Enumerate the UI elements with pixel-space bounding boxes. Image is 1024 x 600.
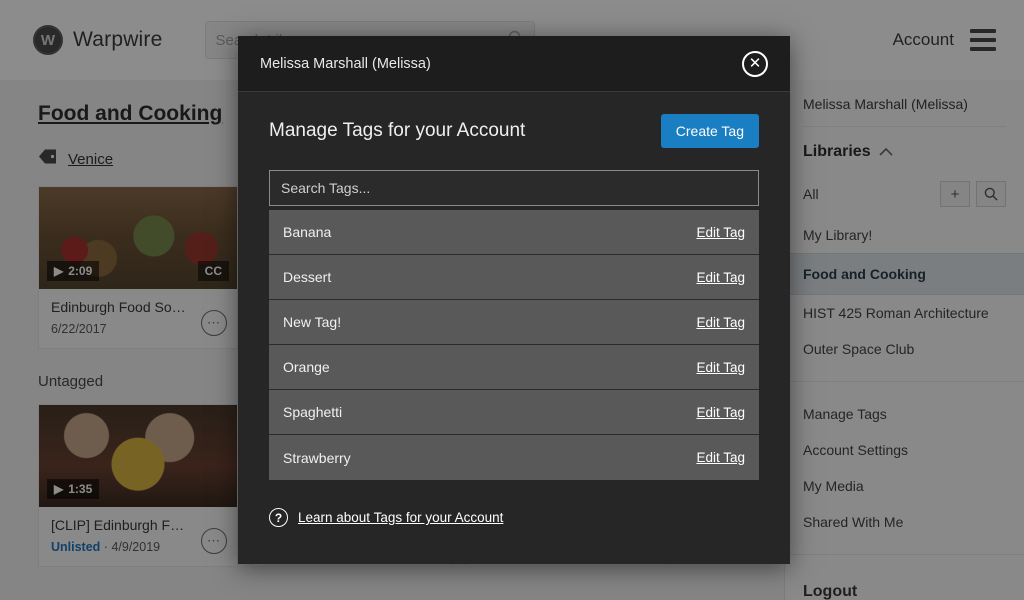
tag-row[interactable]: New Tag! Edit Tag [269,300,759,345]
edit-tag-link[interactable]: Edit Tag [696,405,745,420]
modal-body: Manage Tags for your Account Create Tag … [238,92,790,564]
tag-row[interactable]: Banana Edit Tag [269,210,759,255]
question-mark-icon: ? [269,508,288,527]
tag-name: Strawberry [283,449,351,466]
tag-name: Spaghetti [283,404,343,420]
tag-name: Banana [283,224,332,240]
tag-row[interactable]: Spaghetti Edit Tag [269,390,759,435]
edit-tag-link[interactable]: Edit Tag [696,315,745,330]
modal-header: Melissa Marshall (Melissa) ✕ [238,36,790,92]
tag-row[interactable]: Strawberry Edit Tag [269,435,759,480]
edit-tag-link[interactable]: Edit Tag [696,450,745,465]
edit-tag-link[interactable]: Edit Tag [696,360,745,375]
tag-name: Dessert [283,269,332,285]
tag-name: New Tag! [283,314,342,330]
edit-tag-link[interactable]: Edit Tag [696,225,745,240]
app-root: W Warpwire Account Food an [0,0,1024,600]
create-tag-button[interactable]: Create Tag [660,114,759,148]
tag-row[interactable]: Dessert Edit Tag [269,255,759,300]
tag-name: Orange [283,359,330,375]
edit-tag-link[interactable]: Edit Tag [696,270,745,285]
close-icon[interactable]: ✕ [742,50,768,77]
modal-title-row: Manage Tags for your Account Create Tag [269,114,759,148]
modal-footer: ? Learn about Tags for your Account [269,480,759,527]
tag-list: Banana Edit Tag Dessert Edit Tag New Tag… [269,210,759,480]
tag-search-input[interactable] [269,170,759,206]
learn-about-tags-link[interactable]: Learn about Tags for your Account [298,510,503,525]
tag-row[interactable]: Orange Edit Tag [269,345,759,390]
modal-user-name: Melissa Marshall (Melissa) [260,55,431,72]
manage-tags-modal: Melissa Marshall (Melissa) ✕ Manage Tags… [238,36,790,564]
modal-title: Manage Tags for your Account [269,120,526,141]
